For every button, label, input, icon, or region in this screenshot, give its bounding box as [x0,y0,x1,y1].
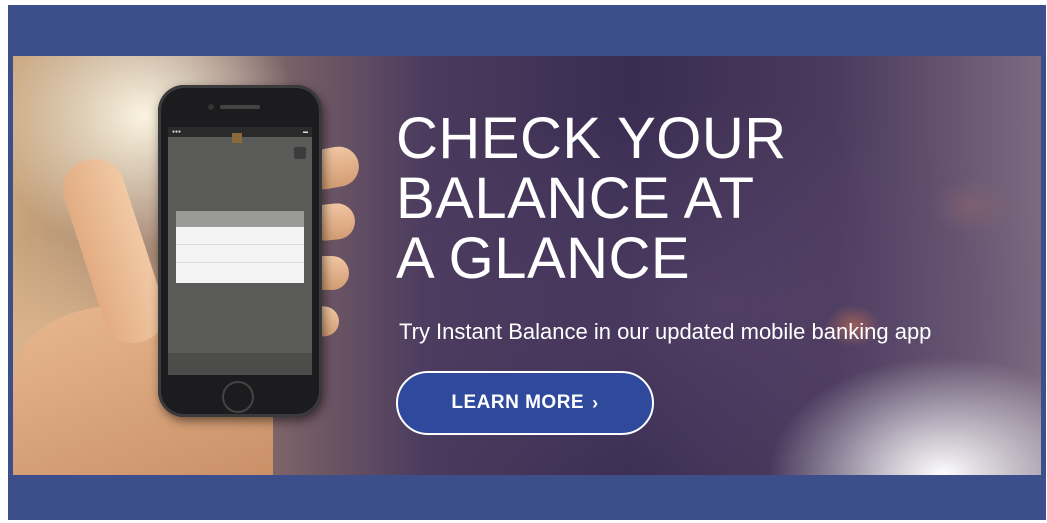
promo-banner: ●●● ▬ CHECK YOUR BALANCE AT A GLANCE Try… [13,56,1041,475]
home-button-icon [222,381,254,413]
camera-icon [208,104,214,110]
balance-card [176,211,304,283]
menu-icon [294,147,306,159]
app-logo-icon [232,133,242,143]
learn-more-label: LEARN MORE [451,392,585,413]
phone-screen: ●●● ▬ [168,127,312,375]
account-row [176,245,304,263]
balance-card-header [176,211,304,227]
subheadline: Try Instant Balance in our updated mobil… [399,319,932,344]
speaker-icon [220,105,260,109]
phone-tab-bar [168,353,312,375]
chevron-right-icon: › [592,392,599,413]
phone-mockup: ●●● ▬ [158,85,322,417]
headline: CHECK YOUR BALANCE AT A GLANCE [396,106,787,291]
account-row [176,227,304,245]
battery-icon: ▬ [303,129,308,135]
signal-icon: ●●● [172,129,182,135]
app-header [168,133,312,177]
learn-more-button[interactable]: LEARN MORE › [396,371,654,435]
